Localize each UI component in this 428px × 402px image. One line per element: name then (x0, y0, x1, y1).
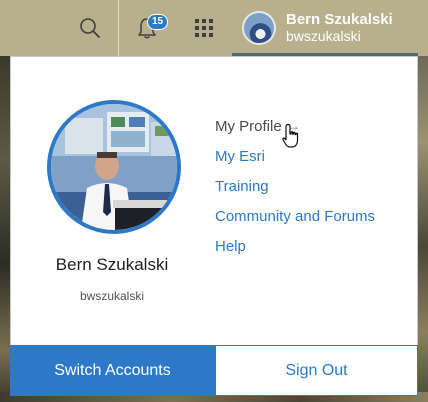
apps-grid-icon (195, 19, 213, 37)
link-label: Community and Forums (215, 207, 376, 225)
user-dropdown-panel: Bern Szukalski bwszukalski My Profile → … (10, 56, 418, 396)
link-training[interactable]: Training (215, 171, 375, 201)
header-divider (118, 0, 119, 56)
header-avatar (242, 11, 276, 45)
header-username: bwszukalski (286, 28, 361, 44)
header-user-name: Bern Szukalski (286, 11, 393, 28)
profile-display-name: Bern Szukalski (55, 255, 169, 274)
notification-count-badge: 15 (147, 14, 169, 30)
link-label: Help (215, 237, 246, 255)
profile-username: bwszukalski (79, 289, 145, 303)
switch-accounts-button[interactable]: Switch Accounts (10, 345, 215, 396)
search-icon (80, 18, 100, 38)
user-menu-button[interactable]: Bern Szukalski bwszukalski (232, 0, 418, 56)
search-button[interactable] (66, 0, 114, 56)
account-actions: Switch Accounts Sign Out (10, 345, 418, 396)
link-label: Training (215, 177, 269, 195)
link-community-forums[interactable]: Community and Forums (215, 201, 375, 231)
hand-pointer-cursor-icon (282, 123, 299, 148)
apps-launcher-button[interactable] (178, 0, 230, 56)
link-label: My Profile (215, 117, 282, 135)
link-help[interactable]: Help (215, 231, 375, 261)
notifications-button[interactable]: 15 (122, 0, 172, 56)
sign-out-button[interactable]: Sign Out (215, 345, 418, 396)
background-photo-left (0, 56, 10, 402)
profile-avatar (47, 100, 181, 234)
top-header-bar: 15 Bern Szukalski bwszukalski (0, 0, 428, 56)
link-label: My Esri (215, 147, 265, 165)
